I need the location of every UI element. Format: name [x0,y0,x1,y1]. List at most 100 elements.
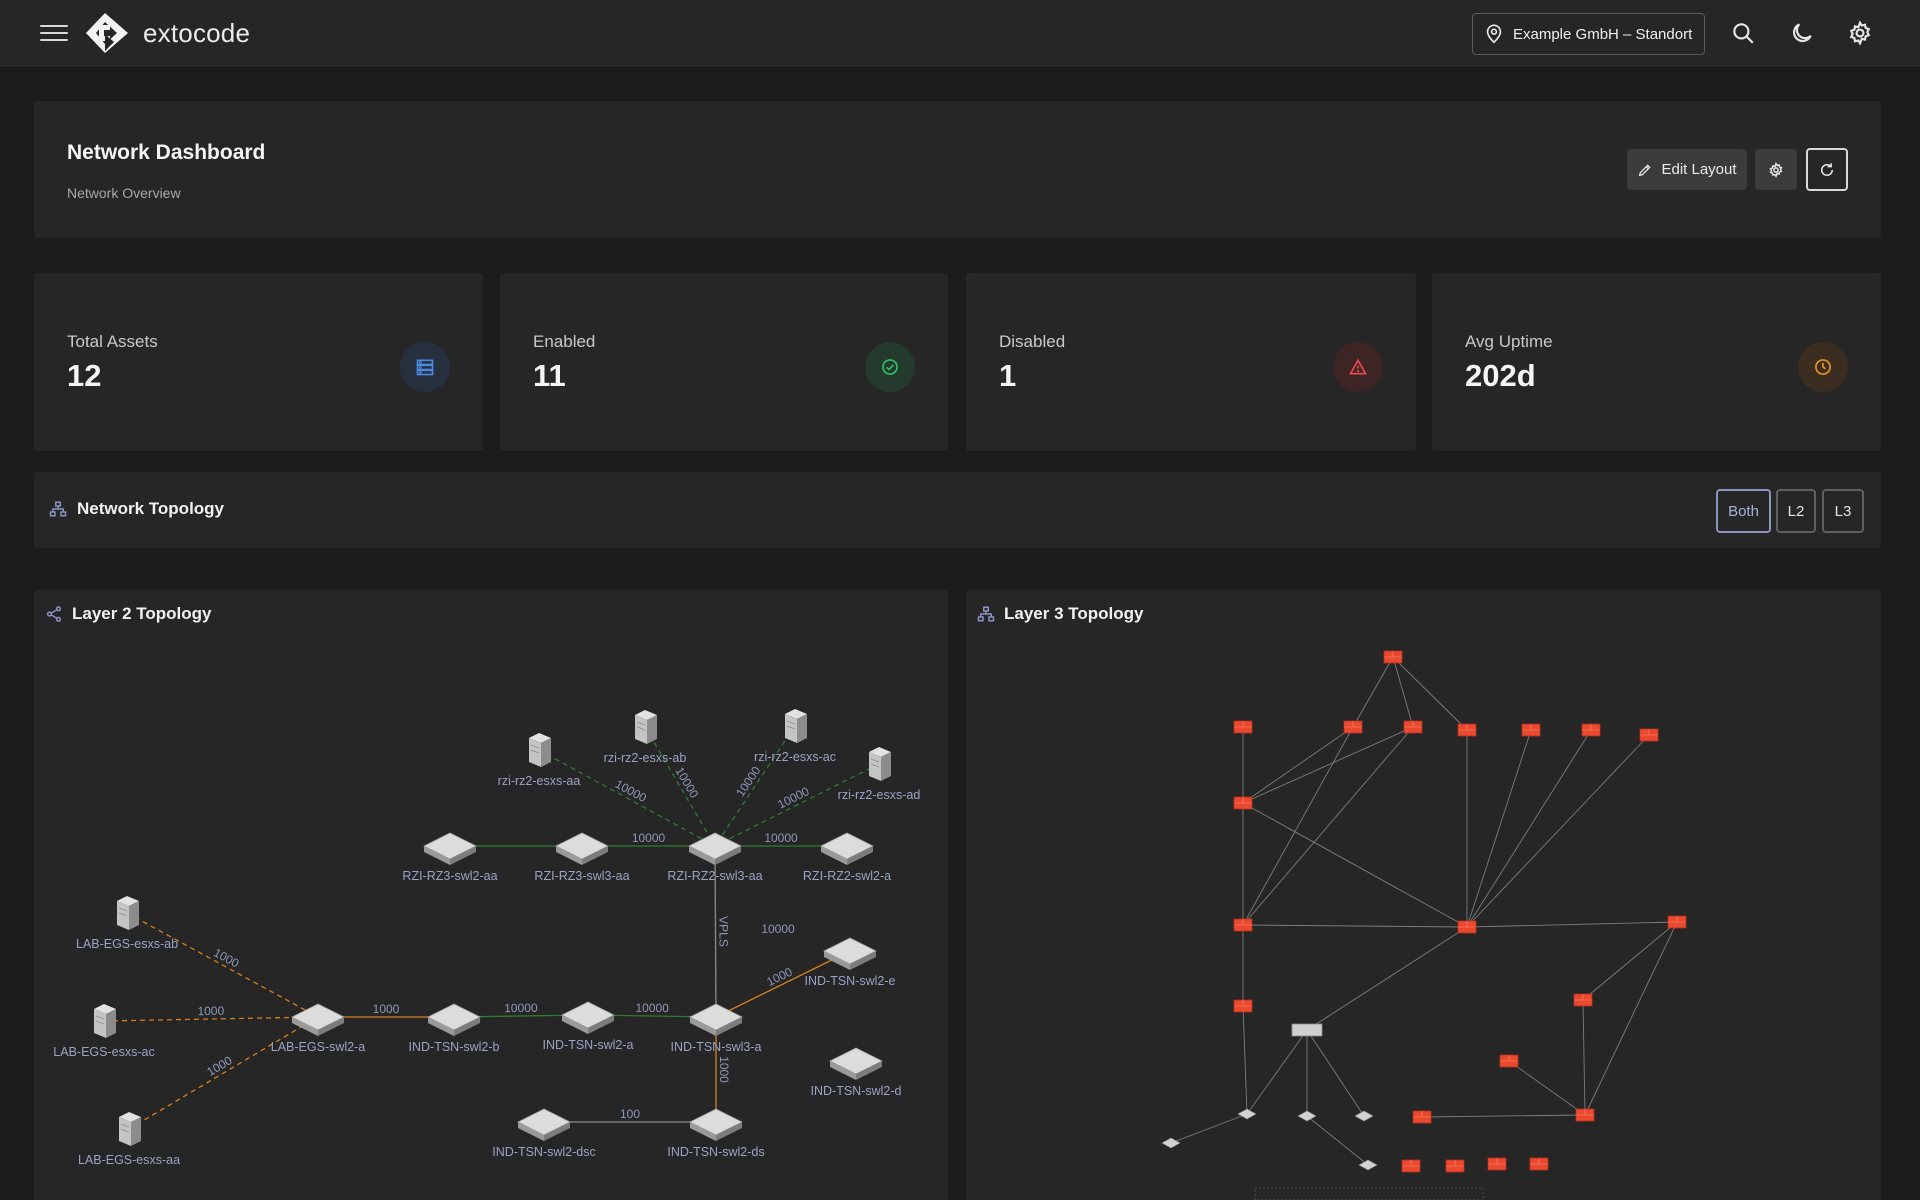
l3-link[interactable] [1352,656,1394,728]
l3-link[interactable] [1421,1114,1586,1118]
link-LAB-EGS-esxs-ab-LAB-EGS-swl2-a[interactable] [126,912,319,1018]
server-side [131,1117,141,1146]
layout-settings-button[interactable] [1755,149,1797,190]
l3-link[interactable] [1584,921,1678,1116]
link-LAB-EGS-esxs-aa-LAB-EGS-swl2-a[interactable] [128,1016,319,1130]
link-label: 1000 [373,1002,400,1016]
switch-node[interactable]: IND-TSN-swl2-ds [667,1108,765,1159]
server-node[interactable]: LAB-EGS-esxs-aa [78,1112,180,1167]
l3-link[interactable] [1466,734,1650,928]
l3-link[interactable] [1306,926,1468,1031]
stat-card-disabled: Disabled 1 [966,273,1416,451]
view-l3-button[interactable]: L3 [1822,489,1864,533]
switch-node[interactable] [1358,1159,1378,1171]
router-node[interactable] [1291,1023,1323,1037]
link-rzi-rz2-esxs-ab-RZI-RZ2-swl3-aa[interactable] [644,726,716,847]
node-label: IND-TSN-swl2-e [805,974,896,988]
l3-link[interactable] [1392,656,1468,731]
switch-node[interactable]: IND-TSN-swl2-d [811,1047,902,1098]
firewall-node[interactable] [1581,723,1601,737]
firewall-node[interactable] [1233,918,1253,932]
l3-link[interactable] [1242,726,1414,804]
server-node[interactable]: rzi-rz2-esxs-ac [754,709,836,764]
network-topology-bar: Network Topology Both L2 L3 [34,472,1881,548]
firewall-node[interactable] [1457,723,1477,737]
switch-node[interactable] [1354,1110,1374,1122]
l3-link[interactable] [1170,1113,1248,1144]
firewall-node[interactable] [1412,1110,1432,1124]
l3-link[interactable] [1306,1115,1369,1166]
firewall-node[interactable] [1233,999,1253,1013]
l3-link[interactable] [1242,726,1414,926]
layer2-graph-canvas[interactable]: 10000 10000 10000 10000 10000 10000 VPLS 1000 10… [34,590,948,1200]
firewall-node[interactable] [1521,723,1541,737]
switch-node[interactable] [1161,1137,1181,1149]
l3-link[interactable] [1466,729,1532,928]
l3-link[interactable] [1242,1005,1248,1115]
switch-node[interactable]: IND-TSN-swl2-e [805,937,896,988]
layer3-graph-canvas[interactable] [966,590,1881,1200]
network-topology-title: Network Topology [49,499,224,519]
refresh-button[interactable] [1806,148,1848,191]
firewall-node[interactable] [1403,720,1423,734]
view-both-button[interactable]: Both [1716,489,1771,533]
node-label: LAB-EGS-esxs-ac [53,1045,154,1059]
firewall-node[interactable] [1343,720,1363,734]
switch-node[interactable]: IND-TSN-swl2-dsc [492,1108,596,1159]
refresh-icon [1821,162,1833,176]
firewall-node[interactable] [1529,1157,1549,1171]
firewall-node[interactable] [1383,650,1403,664]
l3-link[interactable] [1242,924,1468,928]
stat-value: 202d [1465,358,1536,393]
edit-layout-button[interactable]: Edit Layout [1627,149,1747,190]
node-label: RZI-RZ3-swl2-aa [402,869,497,883]
firewall-node[interactable] [1445,1159,1465,1173]
switch-node[interactable]: IND-TSN-swl2-a [543,1001,634,1052]
firewall-node[interactable] [1667,915,1687,929]
server-node[interactable]: LAB-EGS-esxs-ab [76,896,178,951]
switch-node[interactable]: RZI-RZ3-swl2-aa [402,832,498,883]
l3-link[interactable] [1242,726,1354,804]
firewall-node[interactable] [1573,993,1593,1007]
l3-link[interactable] [1466,921,1678,928]
l3-link[interactable] [1392,656,1414,728]
switch-node[interactable]: RZI-RZ2-swl3-aa [667,832,763,883]
link-rzi-rz2-esxs-ac-RZI-RZ2-swl3-aa[interactable] [714,725,796,847]
firewall-node[interactable] [1499,1054,1519,1068]
l3-link[interactable] [1582,921,1678,1001]
l3-link[interactable] [1508,1060,1586,1116]
server-node[interactable]: rzi-rz2-esxs-aa [498,733,581,788]
switch-top [1358,1159,1378,1171]
l3-group-box [1254,1187,1484,1200]
switch-node[interactable] [1237,1108,1257,1120]
switch-node[interactable]: IND-TSN-swl3-a [671,1003,762,1054]
l3-link[interactable] [1466,729,1592,928]
firewall-node[interactable] [1457,920,1477,934]
pencil-icon [1639,163,1652,176]
firewall-node[interactable] [1487,1157,1507,1171]
settings-gear-icon[interactable] [1845,18,1875,48]
firewall-node[interactable] [1575,1108,1595,1122]
l3-link[interactable] [1306,1029,1365,1117]
firewall-node[interactable] [1233,796,1253,810]
server-node[interactable]: rzi-rz2-esxs-ad [838,747,921,802]
hamburger-menu-icon[interactable] [40,20,68,46]
switch-node[interactable]: RZI-RZ2-swl2-a [803,832,891,883]
switch-node[interactable]: IND-TSN-swl2-b [409,1003,500,1054]
warning-triangle-icon [1333,342,1383,392]
server-node[interactable]: LAB-EGS-esxs-ac [53,1004,155,1059]
l3-link[interactable] [1246,1029,1308,1115]
site-selector[interactable]: Example GmbH – Standort [1472,13,1705,55]
view-l2-button[interactable]: L2 [1776,489,1816,533]
dark-mode-moon-icon[interactable] [1787,18,1817,48]
firewall-node[interactable] [1233,720,1253,734]
firewall-node[interactable] [1639,728,1659,742]
server-node[interactable]: rzi-rz2-esxs-ab [604,710,687,765]
switch-node[interactable]: LAB-EGS-swl2-a [271,1003,366,1054]
l3-link[interactable] [1582,999,1586,1116]
switch-node[interactable]: RZI-RZ3-swl3-aa [534,832,630,883]
l3-link[interactable] [1242,726,1354,926]
search-icon[interactable] [1728,18,1758,48]
switch-node[interactable] [1297,1110,1317,1122]
firewall-node[interactable] [1401,1159,1421,1173]
